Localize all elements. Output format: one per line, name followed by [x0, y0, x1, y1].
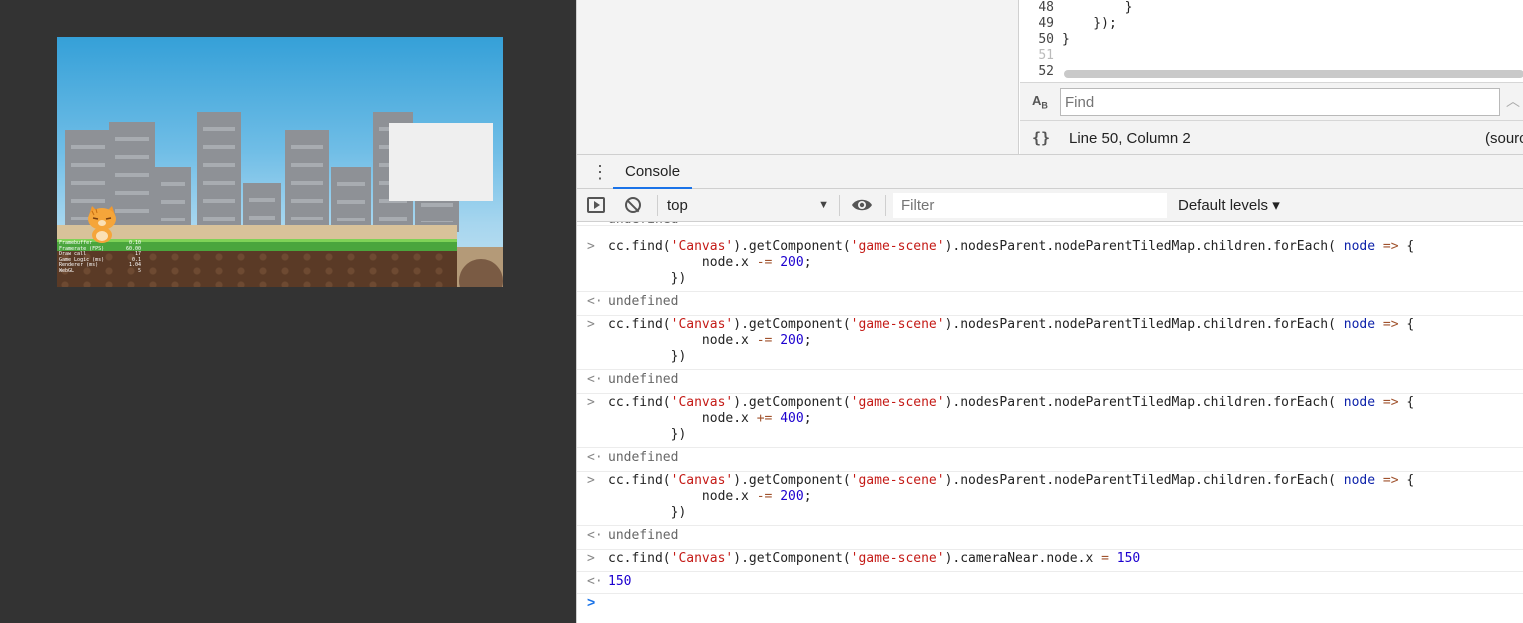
- input-chevron-icon: >: [587, 395, 595, 410]
- game-preview-pane: Framebuffer 0.10 Framerate (FPS) 60.00 Dra…: [0, 0, 576, 623]
- find-input[interactable]: [1060, 88, 1500, 116]
- toolbar-divider: [885, 195, 886, 216]
- code-editor[interactable]: 48 } 49 }); 50} 51 52: [1020, 0, 1523, 82]
- clear-console-icon[interactable]: [625, 197, 641, 213]
- console-output: <· undefined: [577, 448, 1523, 472]
- horizontal-scrollbar[interactable]: [1064, 70, 1523, 78]
- input-chevron-icon: >: [587, 551, 595, 566]
- sources-navigator: [577, 0, 1019, 154]
- output-chevron-icon: <·: [587, 450, 603, 465]
- source-map-label: (sourc: [1485, 130, 1523, 147]
- background-building: [197, 112, 241, 232]
- console-output: <· undefined: [577, 370, 1523, 394]
- background-building: [331, 167, 371, 231]
- game-canvas[interactable]: Framebuffer 0.10 Framerate (FPS) 60.00 Dra…: [57, 37, 503, 287]
- eye-icon[interactable]: [851, 197, 873, 213]
- output-chevron-icon: <·: [587, 372, 603, 387]
- filter-input[interactable]: [893, 193, 1167, 218]
- output-chevron-icon: <·: [587, 528, 603, 543]
- drawer-tab-bar: ⋮ Console: [577, 154, 1523, 189]
- console-output: undefined: [577, 222, 1523, 227]
- context-selector[interactable]: top ▼: [667, 189, 831, 222]
- more-options-icon[interactable]: ⋮: [591, 163, 609, 181]
- console-input-entry[interactable]: > cc.find('Canvas').getComponent('game-s…: [577, 470, 1523, 526]
- input-chevron-icon: >: [587, 317, 595, 332]
- stat-row: WebGL 5: [59, 267, 141, 274]
- ui-panel: [389, 123, 493, 201]
- console-toolbar: top ▼ Default levels ▾: [577, 189, 1523, 222]
- code-line: 50}: [1038, 32, 1070, 47]
- console-prompt-caret[interactable]: >: [587, 594, 595, 610]
- dropdown-arrow-icon: ▼: [818, 199, 829, 211]
- show-sidebar-icon[interactable]: [587, 197, 605, 213]
- console-input-entry[interactable]: > cc.find('Canvas').getComponent('game-s…: [577, 236, 1523, 292]
- input-chevron-icon: >: [587, 473, 595, 488]
- console-input-entry[interactable]: > cc.find('Canvas').getComponent('game-s…: [577, 548, 1523, 572]
- cursor-position: Line 50, Column 2: [1069, 130, 1191, 147]
- code-line: 48 }: [1038, 0, 1133, 15]
- input-chevron-icon: >: [587, 239, 595, 254]
- toolbar-divider: [839, 195, 840, 216]
- console-input-entry[interactable]: > cc.find('Canvas').getComponent('game-s…: [577, 392, 1523, 448]
- console-input-entry[interactable]: > cc.find('Canvas').getComponent('game-s…: [577, 314, 1523, 370]
- devtools-panel: 48 } 49 }); 50} 51 52 AB ︿ {} Line 50, C…: [576, 0, 1523, 623]
- chevron-up-icon[interactable]: ︿: [1506, 91, 1520, 111]
- console-input-text: cc.find('Canvas').getComponent('game-sce…: [608, 395, 1415, 442]
- code-line: 51: [1038, 48, 1054, 63]
- cat-character: [88, 206, 116, 243]
- toolbar-divider: [657, 195, 658, 216]
- ground-tile: [457, 247, 503, 287]
- code-line: 52: [1038, 64, 1054, 79]
- tab-console[interactable]: Console: [613, 155, 693, 189]
- console-input-text: cc.find('Canvas').getComponent('game-sce…: [608, 473, 1415, 520]
- console-messages: undefined > cc.find('Canvas').getCompone…: [577, 222, 1523, 623]
- code-line: 49 });: [1038, 16, 1117, 31]
- background-building: [285, 130, 329, 230]
- background-building: [243, 183, 281, 231]
- console-input-text: cc.find('Canvas').getComponent('game-sce…: [608, 317, 1415, 364]
- output-chevron-icon: <·: [587, 574, 603, 589]
- debug-stats: Framebuffer 0.10 Framerate (FPS) 60.00 Dra…: [59, 240, 141, 275]
- console-output: <· undefined: [577, 292, 1523, 316]
- output-chevron-icon: <·: [587, 294, 603, 309]
- log-levels-dropdown[interactable]: Default levels ▾: [1178, 189, 1280, 222]
- background-building: [155, 167, 191, 231]
- console-input-text: cc.find('Canvas').getComponent('game-sce…: [608, 239, 1415, 286]
- editor-status-bar: {} Line 50, Column 2 (sourc: [1020, 120, 1523, 154]
- find-bar: AB ︿: [1020, 82, 1523, 120]
- console-input-text: cc.find('Canvas').getComponent('game-sce…: [608, 551, 1141, 566]
- console-output: <· undefined: [577, 526, 1523, 550]
- match-case-icon[interactable]: AB: [1032, 93, 1048, 111]
- pretty-print-icon[interactable]: {}: [1032, 129, 1050, 147]
- context-value: top: [667, 197, 688, 214]
- console-output: <· 150: [577, 572, 1523, 594]
